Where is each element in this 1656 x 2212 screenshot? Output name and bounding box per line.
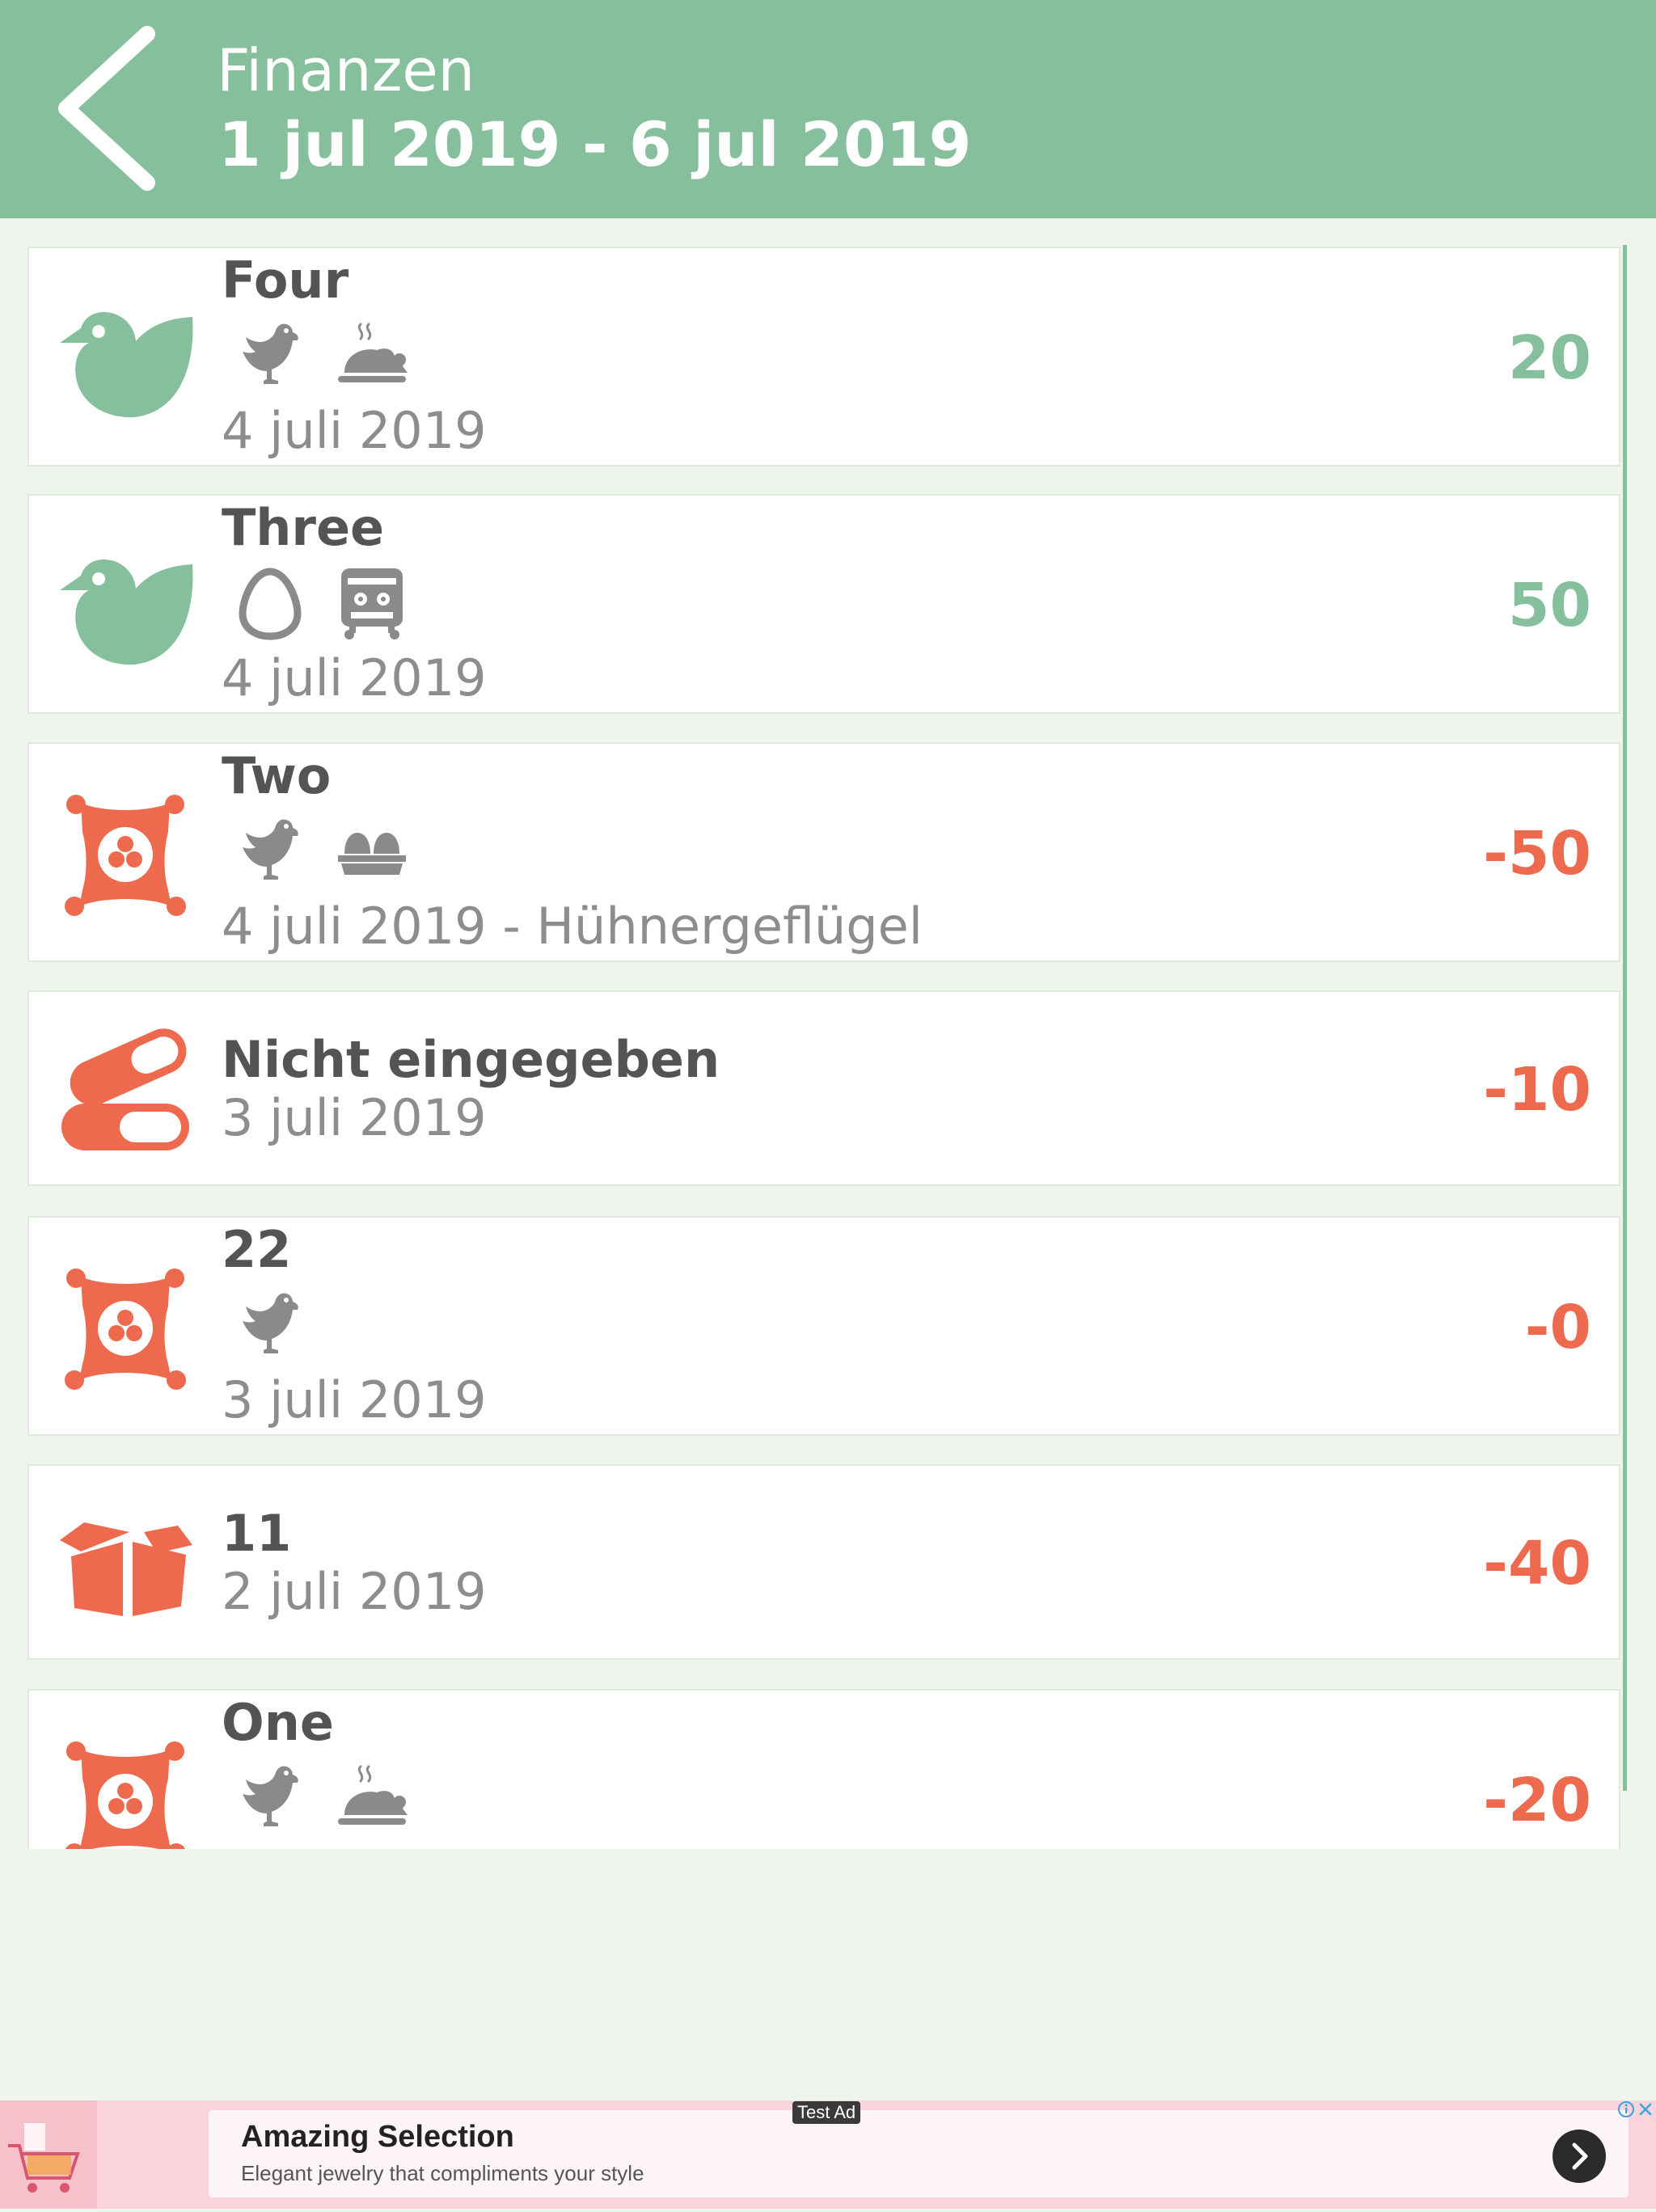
back-button[interactable]	[49, 19, 170, 197]
date-range: 1 jul 2019 - 6 jul 2019	[218, 108, 972, 180]
transaction-title: One	[222, 1693, 334, 1752]
transaction-list[interactable]: Four 4 juli 2019 20 Three 4 juli 2019 50 Two 4 …	[0, 0, 1656, 1849]
transaction-card[interactable]: Nicht eingegeben 3 juli 2019 -10	[27, 990, 1620, 1186]
transaction-card[interactable]: Three 4 juli 2019 50	[27, 494, 1620, 714]
ad-description: Elegant jewelry that compliments your st…	[241, 2161, 644, 2185]
transaction-amount: 20	[1508, 323, 1591, 393]
tag-list	[231, 812, 411, 889]
transaction-amount: -10	[1483, 1055, 1591, 1125]
scrollbar[interactable]	[1623, 245, 1627, 1791]
transaction-date: 4 juli 2019 - Hühnergeflügel	[222, 897, 923, 956]
bird-icon	[57, 537, 194, 674]
transaction-title: 11	[222, 1504, 292, 1563]
transaction-date: 3 juli 2019	[222, 1088, 487, 1147]
bird-icon	[57, 289, 194, 427]
tag-list	[231, 1285, 309, 1363]
shopping-cart-icon[interactable]	[0, 2100, 97, 2209]
feed-bag-icon	[57, 785, 194, 922]
feed-bag-icon	[57, 1732, 194, 1849]
coop-icon	[333, 564, 411, 641]
chicken-icon	[231, 316, 309, 394]
ad-badge: Test Ad	[792, 2101, 861, 2124]
transaction-amount: 50	[1508, 571, 1591, 640]
transaction-date: 4 juli 2019	[222, 401, 487, 460]
transaction-title: Nicht eingegeben	[222, 1030, 720, 1089]
egg-icon	[231, 564, 309, 641]
tag-list	[231, 1758, 411, 1836]
close-icon[interactable]	[1637, 2100, 1654, 2118]
transaction-card[interactable]: Four 4 juli 2019 20	[27, 247, 1620, 466]
app-header: Finanzen 1 jul 2019 - 6 jul 2019	[0, 0, 1656, 218]
pills-icon	[57, 1021, 194, 1159]
tag-list	[231, 564, 411, 641]
roast-chicken-icon	[333, 1758, 411, 1836]
transaction-amount: -0	[1524, 1293, 1591, 1362]
page-title: Finanzen	[217, 36, 475, 104]
transaction-card[interactable]: Two 4 juli 2019 - Hühnergeflügel -50	[27, 742, 1620, 962]
chicken-icon	[231, 1758, 309, 1836]
transaction-amount: -20	[1483, 1766, 1591, 1835]
box-icon	[57, 1495, 194, 1632]
transaction-date: 3 juli 2019	[222, 1370, 487, 1429]
chevron-left-icon	[58, 26, 155, 191]
transaction-card[interactable]: 22 3 juli 2019 -0	[27, 1216, 1620, 1436]
ad-title[interactable]: Amazing Selection	[241, 2118, 514, 2155]
feed-bag-icon	[57, 1259, 194, 1396]
roast-chicken-icon	[333, 316, 411, 394]
ad-open-button[interactable]	[1552, 2130, 1606, 2183]
transaction-date: 2 juli 2019	[222, 1562, 487, 1621]
transaction-date: 4 juli 2019	[222, 648, 487, 707]
transaction-amount: -40	[1483, 1529, 1591, 1598]
tag-list	[231, 316, 411, 394]
transaction-title: Four	[222, 251, 349, 310]
transaction-title: 22	[222, 1220, 292, 1279]
transaction-card[interactable]: 11 2 juli 2019 -40	[27, 1464, 1620, 1660]
egg-carton-icon	[333, 812, 411, 889]
info-icon[interactable]	[1617, 2100, 1635, 2118]
transaction-title: Three	[222, 498, 385, 557]
chicken-icon	[231, 812, 309, 889]
transaction-card[interactable]: One -20	[27, 1689, 1620, 1849]
transaction-amount: -50	[1483, 819, 1591, 889]
chevron-right-icon	[1572, 2142, 1588, 2170]
chicken-icon	[231, 1285, 309, 1363]
transaction-title: Two	[222, 746, 332, 805]
